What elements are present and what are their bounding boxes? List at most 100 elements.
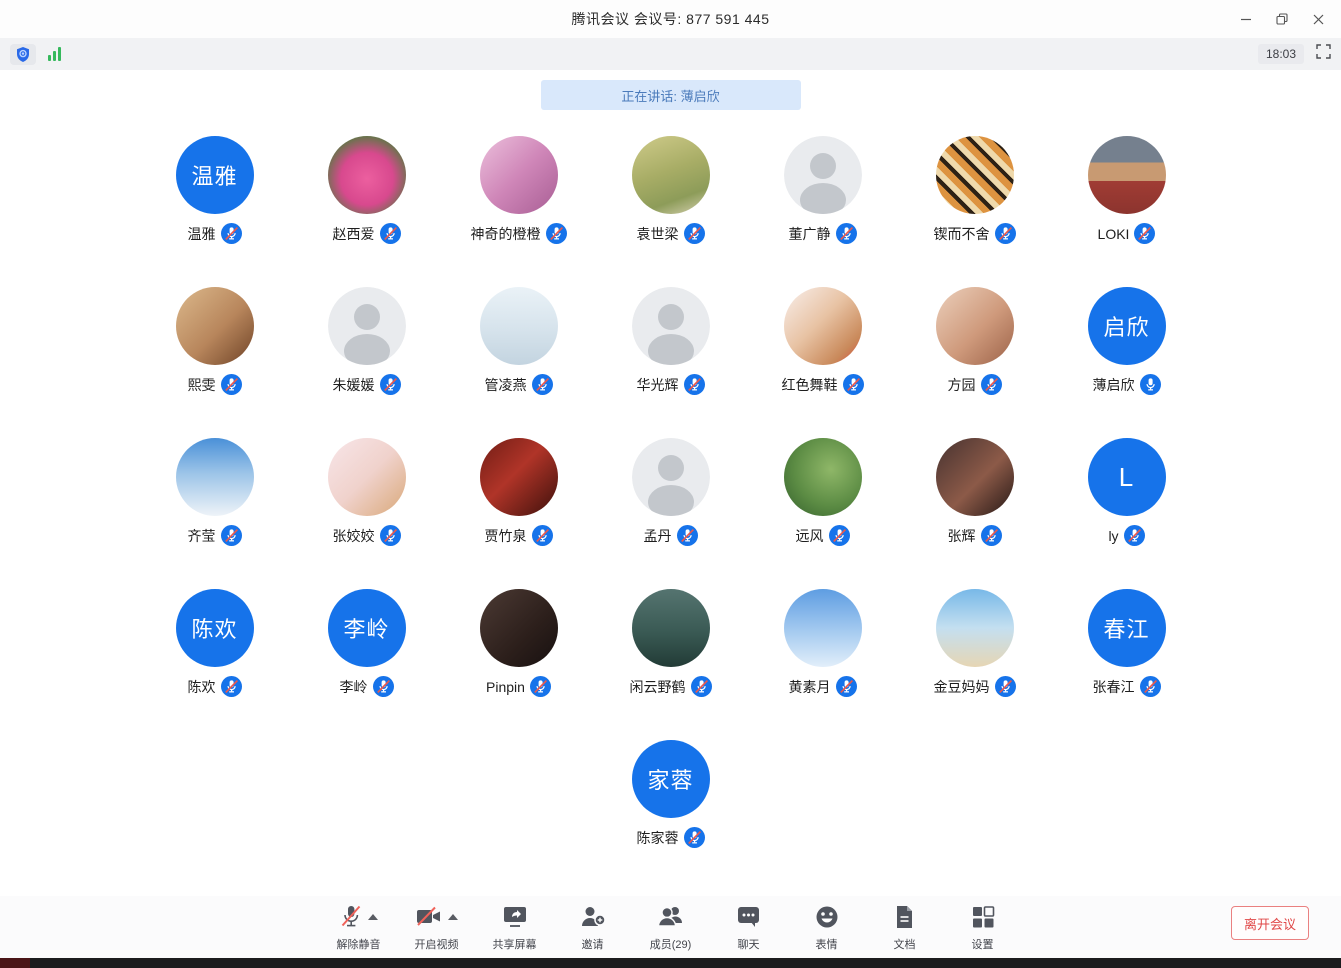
- mic-status-icon: [1124, 525, 1145, 546]
- invite-button[interactable]: 邀请: [569, 902, 617, 952]
- active-speaker-text: 正在讲话: 薄启欣: [621, 86, 719, 105]
- mic-status-icon: [691, 676, 712, 697]
- participant-name-row: 贾竹泉: [485, 525, 553, 546]
- minimize-button[interactable]: [1231, 5, 1261, 33]
- participant-tile[interactable]: 黄素月: [747, 589, 899, 697]
- mic-status-icon: [380, 374, 401, 395]
- avatar-initials: 陈欢: [191, 612, 237, 644]
- avatar-initials: 温雅: [191, 159, 237, 191]
- restore-button[interactable]: [1267, 5, 1297, 33]
- participant-name-row: 熙雯: [188, 374, 242, 395]
- participant-tile[interactable]: Pinpin: [443, 589, 595, 697]
- settings-grid-icon: [971, 905, 995, 929]
- title-bar: 腾讯会议 会议号: 877 591 445: [0, 0, 1341, 38]
- share-screen-button[interactable]: 共享屏幕: [491, 902, 539, 952]
- participant-tile[interactable]: 贾竹泉: [443, 438, 595, 546]
- share-screen-icon: [502, 905, 528, 929]
- mic-status-icon: [380, 223, 401, 244]
- mic-status-icon: [995, 223, 1016, 244]
- mic-status-icon: [981, 525, 1002, 546]
- toolbar-items: 解除静音 开启视频 共享屏幕: [335, 902, 1007, 952]
- mic-status-icon: [981, 374, 1002, 395]
- participant-tile[interactable]: 董广静: [747, 136, 899, 244]
- participant-tile[interactable]: 温雅 温雅: [139, 136, 291, 244]
- participant-tile[interactable]: 张姣姣: [291, 438, 443, 546]
- participant-tile[interactable]: 金豆妈妈: [899, 589, 1051, 697]
- security-shield-icon[interactable]: [10, 44, 36, 65]
- start-video-button[interactable]: 开启视频: [413, 902, 461, 952]
- participant-tile[interactable]: 张辉: [899, 438, 1051, 546]
- participant-tile[interactable]: L ly: [1051, 438, 1203, 546]
- participant-avatar: [176, 287, 254, 365]
- unmute-button[interactable]: 解除静音: [335, 902, 383, 952]
- participant-tile[interactable]: 红色舞鞋: [747, 287, 899, 395]
- active-speaker-banner: 正在讲话: 薄启欣: [541, 80, 801, 110]
- emoji-button[interactable]: 表情: [803, 902, 851, 952]
- members-icon: [657, 905, 685, 929]
- participant-name: 金豆妈妈: [934, 677, 990, 697]
- participant-avatar: [632, 438, 710, 516]
- participant-name-row: 齐莹: [188, 525, 242, 546]
- participant-name-row: 锲而不舍: [934, 223, 1016, 244]
- participant-tile[interactable]: 神奇的橙橙: [443, 136, 595, 244]
- chat-icon: [736, 905, 761, 929]
- docs-button[interactable]: 文档: [881, 902, 929, 952]
- participant-tile[interactable]: 朱媛媛: [291, 287, 443, 395]
- leave-meeting-button[interactable]: 离开会议: [1231, 906, 1309, 940]
- participant-tile[interactable]: 华光辉: [595, 287, 747, 395]
- participant-tile[interactable]: 李岭 李岭: [291, 589, 443, 697]
- participant-tile[interactable]: 家蓉 陈家蓉: [595, 740, 747, 848]
- participant-name-row: Pinpin: [486, 676, 551, 697]
- network-signal-icon[interactable]: [48, 47, 61, 61]
- participant-tile[interactable]: 春江 张春江: [1051, 589, 1203, 697]
- participant-name: 李岭: [340, 677, 368, 697]
- participant-tile[interactable]: 孟丹: [595, 438, 747, 546]
- participant-tile[interactable]: 启欣 薄启欣: [1051, 287, 1203, 395]
- participant-avatar: 陈欢: [176, 589, 254, 667]
- participant-name: 方园: [948, 375, 976, 395]
- participant-avatar: [936, 589, 1014, 667]
- settings-button[interactable]: 设置: [959, 902, 1007, 952]
- mic-status-icon: [684, 374, 705, 395]
- video-options-caret[interactable]: [448, 914, 458, 920]
- participant-tile[interactable]: 陈欢 陈欢: [139, 589, 291, 697]
- participant-tile[interactable]: 闲云野鹤: [595, 589, 747, 697]
- participant-name: 孟丹: [644, 526, 672, 546]
- close-button[interactable]: [1303, 5, 1333, 33]
- participant-name-row: 张姣姣: [333, 525, 401, 546]
- mic-status-icon: [221, 525, 242, 546]
- invite-person-icon: [580, 905, 606, 929]
- participant-name: 红色舞鞋: [782, 375, 838, 395]
- participant-tile[interactable]: 方园: [899, 287, 1051, 395]
- fullscreen-icon[interactable]: [1316, 44, 1331, 64]
- mic-status-icon: [843, 374, 864, 395]
- mic-status-icon: [684, 827, 705, 848]
- members-button[interactable]: 成员(29): [647, 902, 695, 952]
- participant-tile[interactable]: 锲而不舍: [899, 136, 1051, 244]
- participant-avatar: [328, 438, 406, 516]
- participant-avatar: [936, 287, 1014, 365]
- participant-tile[interactable]: 远风: [747, 438, 899, 546]
- participant-name-row: 孟丹: [644, 525, 698, 546]
- mic-status-icon: [221, 676, 242, 697]
- mic-status-icon: [995, 676, 1016, 697]
- participant-name: 锲而不舍: [934, 224, 990, 244]
- participant-name: 齐莹: [188, 526, 216, 546]
- participant-tile[interactable]: 赵西爱: [291, 136, 443, 244]
- mic-options-caret[interactable]: [368, 914, 378, 920]
- chat-button[interactable]: 聊天: [725, 902, 773, 952]
- participant-tile[interactable]: 袁世梁: [595, 136, 747, 244]
- mic-status-icon: [1140, 374, 1161, 395]
- participant-tile[interactable]: 管凌燕: [443, 287, 595, 395]
- participant-name-row: LOKI: [1098, 223, 1156, 244]
- participant-avatar: [632, 287, 710, 365]
- participant-tile[interactable]: 齐莹: [139, 438, 291, 546]
- mic-muted-icon: [339, 904, 363, 930]
- participant-avatar: [936, 136, 1014, 214]
- participant-avatar: [480, 136, 558, 214]
- participant-name-row: 董广静: [789, 223, 857, 244]
- participant-tile[interactable]: LOKI: [1051, 136, 1203, 244]
- participant-tile[interactable]: 熙雯: [139, 287, 291, 395]
- default-avatar-icon: [632, 438, 710, 516]
- participant-avatar: [328, 287, 406, 365]
